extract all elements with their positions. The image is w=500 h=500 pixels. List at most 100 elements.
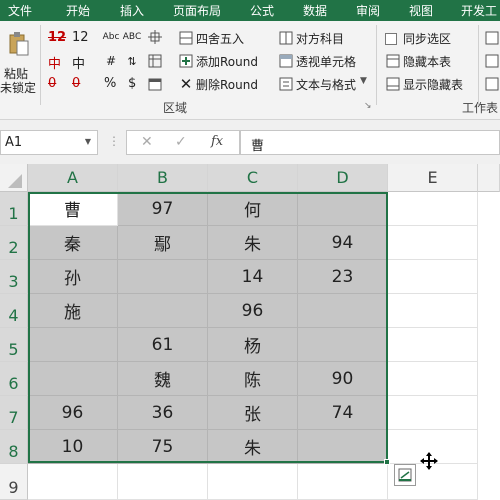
dialog-launcher-icon[interactable]: ↘ — [364, 101, 372, 111]
cell-a9[interactable] — [28, 464, 118, 500]
abc-text-icon[interactable]: ABC — [123, 29, 141, 45]
tab-file[interactable]: 文件 — [8, 2, 32, 19]
fill-handle[interactable] — [384, 459, 390, 465]
tab-page-layout[interactable]: 页面布局 — [173, 2, 221, 19]
delete-round-button[interactable]: 删除Round — [196, 76, 258, 93]
show-hidden-button[interactable]: 显示隐藏表 — [403, 76, 463, 93]
zero-convert-red[interactable]: 0 — [48, 76, 56, 91]
cell-c5[interactable]: 杨 — [208, 328, 298, 362]
sync-select-checkbox[interactable] — [385, 33, 397, 45]
confirm-icon[interactable]: ✓ — [175, 134, 187, 150]
dollar-button[interactable]: $ — [128, 76, 136, 91]
chinese-convert-plain[interactable]: 中 — [72, 53, 85, 72]
cell-b3[interactable] — [118, 260, 208, 294]
cell-e6[interactable] — [388, 362, 478, 396]
row-header-4[interactable]: 4 — [0, 294, 28, 328]
name-box-dropdown-icon[interactable]: ▼ — [85, 137, 91, 146]
percent-button[interactable]: % — [104, 76, 116, 91]
quick-analysis-button[interactable] — [394, 464, 416, 486]
cell-c3[interactable]: 14 — [208, 260, 298, 294]
sheet-tool-icon[interactable] — [484, 53, 500, 69]
row-header-3[interactable]: 3 — [0, 260, 28, 294]
cell-a4[interactable]: 施 — [28, 294, 118, 328]
tab-review[interactable]: 审阅 — [356, 2, 380, 19]
row-header-5[interactable]: 5 — [0, 328, 28, 362]
date-icon[interactable] — [147, 76, 163, 92]
number-convert-red[interactable]: 12 — [48, 30, 66, 45]
cell-b9[interactable] — [118, 464, 208, 500]
chevron-down-icon[interactable]: ▼ — [360, 76, 367, 86]
row-header-6[interactable]: 6 — [0, 362, 28, 396]
tab-developer[interactable]: 开发工 — [461, 2, 497, 19]
row-header-1[interactable]: 1 — [0, 192, 28, 226]
cell-a8[interactable]: 10 — [28, 430, 118, 464]
column-header-e[interactable]: E — [388, 164, 478, 192]
cell-c7[interactable]: 张 — [208, 396, 298, 430]
cell-a6[interactable] — [28, 362, 118, 396]
cell-a7[interactable]: 96 — [28, 396, 118, 430]
zero-convert-red-2[interactable]: 0 — [72, 76, 80, 91]
row-header-8[interactable]: 8 — [0, 430, 28, 464]
cell-e1[interactable] — [388, 192, 478, 226]
select-all-corner[interactable] — [0, 164, 28, 192]
row-header-9[interactable]: 9 — [0, 464, 28, 500]
pivot-button[interactable]: 透视单元格 — [296, 53, 356, 70]
cell-c6[interactable]: 陈 — [208, 362, 298, 396]
cell-c4[interactable]: 96 — [208, 294, 298, 328]
cell-d4[interactable] — [298, 294, 388, 328]
row-header-7[interactable]: 7 — [0, 396, 28, 430]
cell-d8[interactable] — [298, 430, 388, 464]
cell-b2[interactable]: 鄢 — [118, 226, 208, 260]
add-round-button[interactable]: 添加Round — [196, 53, 258, 70]
tab-data[interactable]: 数据 — [303, 2, 327, 19]
column-header-d[interactable]: D — [298, 164, 388, 192]
cell-e7[interactable] — [388, 396, 478, 430]
cell-b7[interactable]: 36 — [118, 396, 208, 430]
sheet-tool-icon[interactable] — [484, 76, 500, 92]
cell-d9[interactable] — [298, 464, 388, 500]
cell-b6[interactable]: 魏 — [118, 362, 208, 396]
tab-insert[interactable]: 插入 — [120, 2, 144, 19]
cell-e4[interactable] — [388, 294, 478, 328]
formula-input[interactable]: 曹 — [240, 130, 500, 155]
cell-a5[interactable] — [28, 328, 118, 362]
cell-c2[interactable]: 朱 — [208, 226, 298, 260]
cell-d5[interactable] — [298, 328, 388, 362]
drag-handle-icon[interactable]: ⋮ — [108, 134, 120, 148]
cell-d6[interactable]: 90 — [298, 362, 388, 396]
abc-icon[interactable]: Abc — [103, 29, 120, 45]
sheet-tool-icon[interactable] — [484, 30, 500, 46]
cell-b1[interactable]: 97 — [118, 192, 208, 226]
round-button[interactable]: 四舍五入 — [196, 30, 244, 47]
hide-sheet-button[interactable]: 隐藏本表 — [403, 53, 451, 70]
column-header-c[interactable]: C — [208, 164, 298, 192]
tab-formulas[interactable]: 公式 — [250, 2, 274, 19]
number-convert-plain[interactable]: 12 — [72, 30, 89, 45]
name-box[interactable]: A1 ▼ — [0, 130, 98, 155]
insert-function-button[interactable]: fx — [211, 134, 223, 149]
cell-e5[interactable] — [388, 328, 478, 362]
cell-b4[interactable] — [118, 294, 208, 328]
cell-d3[interactable]: 23 — [298, 260, 388, 294]
unlock-label[interactable]: 未锁定 — [0, 79, 36, 96]
hash-icon[interactable]: # — [103, 53, 119, 69]
column-header-a[interactable]: A — [28, 164, 118, 192]
chinese-convert-red[interactable]: 中 — [48, 53, 61, 72]
cell-c8[interactable]: 朱 — [208, 430, 298, 464]
cell-d7[interactable]: 74 — [298, 396, 388, 430]
sort-icon[interactable]: ⇅ — [124, 53, 140, 69]
cell-c9[interactable] — [208, 464, 298, 500]
tab-home[interactable]: 开始 — [66, 2, 90, 19]
column-header-b[interactable]: B — [118, 164, 208, 192]
crosshair-icon[interactable] — [147, 29, 163, 45]
cell-b8[interactable]: 75 — [118, 430, 208, 464]
tab-view[interactable]: 视图 — [409, 2, 433, 19]
table-icon[interactable] — [147, 53, 163, 69]
cell-d2[interactable]: 94 — [298, 226, 388, 260]
column-header-f[interactable] — [478, 164, 500, 192]
subject-button[interactable]: 对方科目 — [296, 30, 344, 47]
cell-a3[interactable]: 孙 — [28, 260, 118, 294]
cancel-icon[interactable]: ✕ — [141, 134, 153, 150]
cell-e3[interactable] — [388, 260, 478, 294]
cell-b5[interactable]: 61 — [118, 328, 208, 362]
